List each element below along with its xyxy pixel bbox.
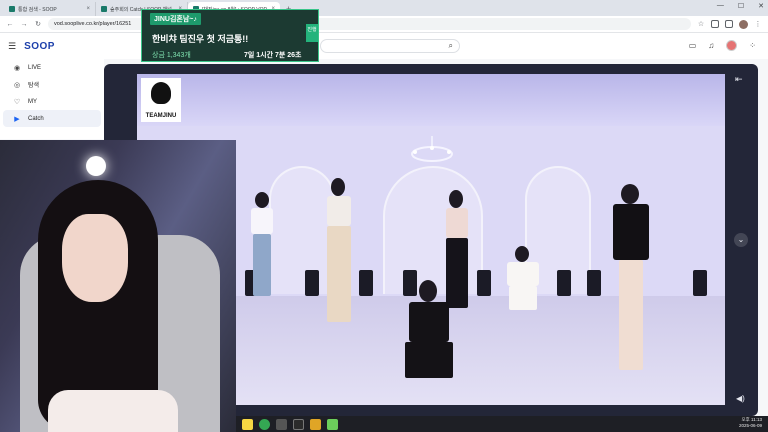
soop-logo[interactable]: SOOP [24, 41, 55, 52]
speaker-decor [587, 270, 601, 296]
sidebar-item-catch[interactable]: ▶ Catch [3, 110, 101, 127]
notice-time-remaining: 7일 1시간 7분 26초 [244, 52, 302, 59]
sidebar: ◉ LIVE ◎ 탐색 ♡ MY ▶ Catch [0, 59, 104, 139]
apps-grid-icon[interactable]: ⁘ [749, 41, 756, 50]
maximize-icon[interactable]: ☐ [738, 2, 744, 10]
donation-goal-notice[interactable]: JINU김혼남~♪ 한비챠 팀진우 첫 저금통!! 상금 1,343개 7일 1… [141, 9, 319, 62]
clock-date: 2025-06-09 [738, 423, 762, 428]
speaker-decor [359, 270, 373, 296]
speaker-decor [477, 270, 491, 296]
streamer-face-decor [62, 214, 128, 302]
compass-icon: ◎ [13, 81, 21, 89]
search-icon[interactable]: ⌕ [449, 41, 453, 51]
ceiling-decor [137, 74, 725, 126]
os-taskbar: 오후 11:13 2025-06-09 [236, 416, 768, 432]
search-input[interactable]: ⌕ [320, 39, 460, 53]
reload-icon[interactable]: ↻ [34, 20, 42, 28]
window-controls: — ☐ ✕ [717, 2, 764, 10]
close-window-icon[interactable]: ✕ [758, 2, 764, 10]
minimize-icon[interactable]: — [717, 2, 724, 10]
notice-status-badge: 진행 [306, 24, 318, 42]
sidebar-item-explore[interactable]: ◎ 탐색 [3, 76, 101, 93]
back-icon[interactable]: ← [6, 21, 14, 28]
team-logo-face-icon [151, 82, 171, 104]
notice-title: 한비챠 팀진우 첫 저금통!! [152, 34, 249, 44]
chrome-app-icon[interactable] [259, 418, 270, 430]
streamer-body-decor [48, 390, 178, 432]
arch-window-decor [269, 166, 335, 294]
light-bulb-decor [86, 156, 106, 176]
arch-door-decor [383, 166, 483, 294]
team-logo-text: TEAMJINU [145, 113, 177, 119]
soop-favicon-icon [101, 6, 107, 12]
speaker-decor [557, 270, 571, 296]
sidebar-item-my[interactable]: ♡ MY [3, 93, 101, 110]
hamburger-menu-icon[interactable]: ☰ [8, 41, 16, 52]
notification-bell-icon[interactable]: ♫ [708, 41, 714, 50]
chandelier-icon [411, 136, 453, 162]
kakaotalk-app-icon[interactable] [242, 418, 253, 430]
obs-app-icon[interactable] [293, 418, 304, 430]
sidebar-item-label: LIVE [28, 64, 42, 71]
volume-icon[interactable]: ◀) [736, 394, 745, 403]
header-actions: ▭ ♫ ⁘ [689, 40, 756, 51]
sidebar-item-label: 탐색 [28, 83, 40, 89]
collapse-panel-icon[interactable]: ⇤ [735, 74, 743, 85]
browser-menu-icon[interactable]: ⋮ [754, 20, 762, 28]
sidebar-item-label: MY [28, 98, 37, 105]
sidebar-item-live[interactable]: ◉ LIVE [3, 59, 101, 76]
browser-tab[interactable]: 통합 검색 - SOOP × [4, 2, 96, 16]
side-panel-icon[interactable] [725, 20, 733, 28]
extensions-icon[interactable] [711, 20, 719, 28]
url-text: vod.sooplive.co.kr/player/16251 [54, 21, 132, 27]
address-bar-row: ← → ↻ vod.sooplive.co.kr/player/16251 ☆ … [0, 16, 768, 33]
live-icon: ◉ [13, 64, 21, 72]
notice-amount: 상금 1,343개 [152, 52, 191, 59]
speaker-decor [403, 270, 417, 296]
bookmark-star-icon[interactable]: ☆ [697, 20, 705, 28]
team-logo-badge: TEAMJINU [141, 78, 181, 122]
speaker-decor [693, 270, 707, 296]
catch-play-icon: ▶ [14, 115, 20, 123]
taskbar-clock[interactable]: 오후 11:13 2025-06-09 [739, 417, 762, 429]
tab-close-icon[interactable]: × [86, 6, 90, 12]
screen: 통합 검색 - SOOP × 숲주회의 Catch | SOOP 채널 × [채… [0, 0, 768, 432]
app-header: ☰ SOOP ⌕ ▭ ♫ ⁘ [0, 33, 768, 59]
soop-favicon-icon [9, 6, 15, 12]
profile-avatar-icon[interactable] [739, 19, 748, 29]
video-camera-icon[interactable]: ▭ [689, 41, 697, 50]
notes-app-icon[interactable] [327, 418, 338, 430]
settings-app-icon[interactable] [276, 418, 287, 430]
heart-icon: ♡ [13, 98, 21, 106]
notice-tag: JINU김혼남~♪ [150, 13, 201, 25]
browser-tab-title: 통합 검색 - SOOP [18, 6, 57, 13]
browser-tab-strip: 통합 검색 - SOOP × 숲주회의 Catch | SOOP 채널 × [채… [0, 0, 768, 16]
webcam-overlay [0, 140, 236, 432]
media-app-icon[interactable] [310, 418, 321, 430]
user-avatar[interactable] [726, 40, 738, 51]
sidebar-item-label: Catch [28, 115, 44, 122]
forward-icon[interactable]: → [20, 21, 28, 28]
chevron-down-icon[interactable]: ⌄ [734, 233, 748, 247]
speaker-decor [305, 270, 319, 296]
